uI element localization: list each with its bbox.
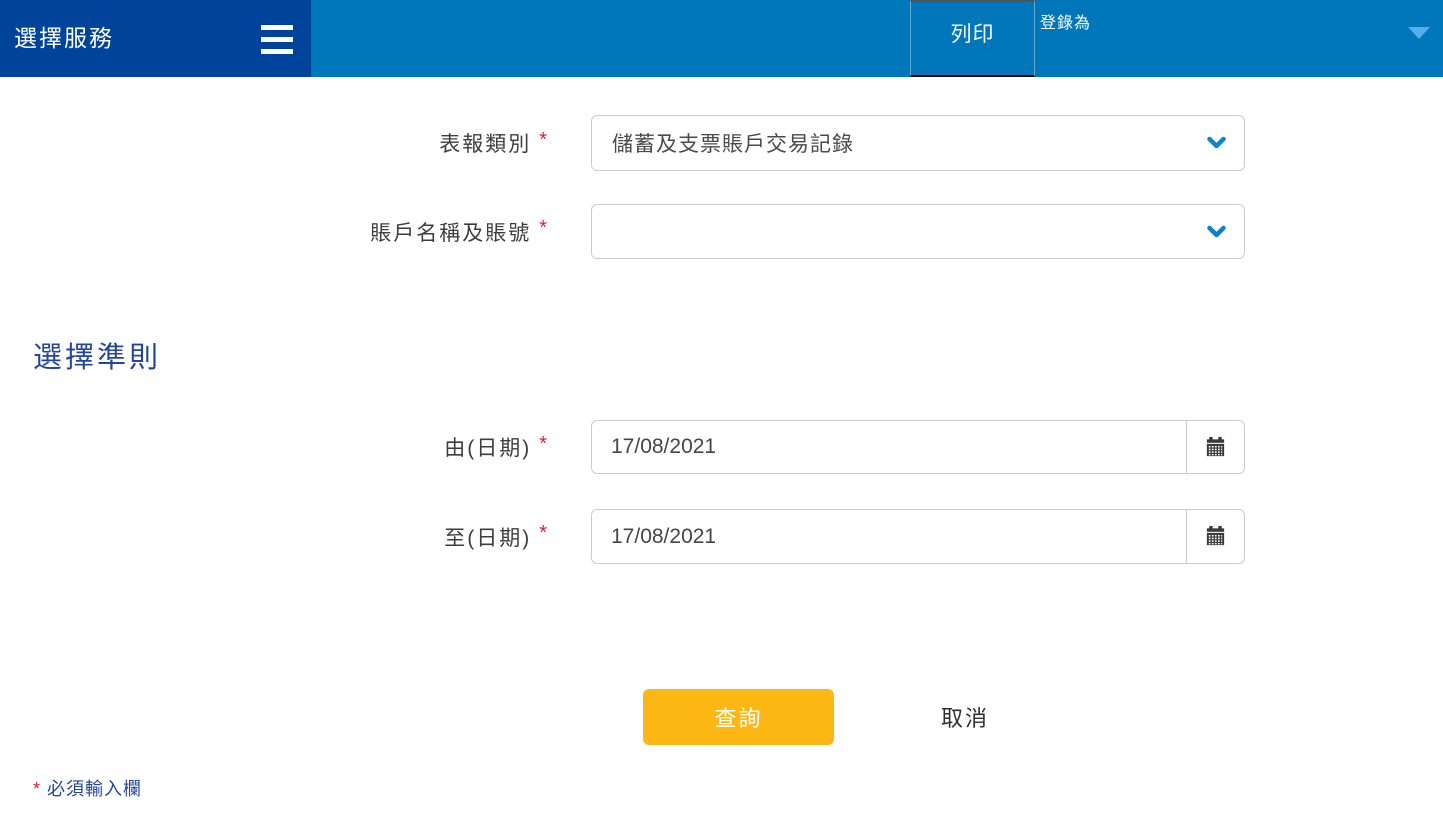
required-field-note: * 必須輸入欄 xyxy=(33,775,142,801)
report-type-label: 表報類別* xyxy=(0,115,547,171)
required-field-note-text: 必須輸入欄 xyxy=(47,779,142,799)
login-as-label: 登錄為 xyxy=(1040,9,1091,33)
hamburger-menu-icon[interactable] xyxy=(261,25,293,54)
chevron-down-icon xyxy=(1207,225,1226,238)
app-screen: 選擇服務 列印 登錄為 表報類別* 儲蓄及支票賬戶交易記錄 賬戶名稱及賬號* 選… xyxy=(0,0,1443,813)
to-date-field xyxy=(591,509,1245,564)
required-asterisk: * xyxy=(539,522,547,545)
required-asterisk: * xyxy=(539,433,547,456)
report-type-value: 儲蓄及支票賬戶交易記錄 xyxy=(612,128,854,158)
service-menu-bar: 選擇服務 xyxy=(0,0,311,77)
top-header-bar xyxy=(311,0,1443,77)
required-asterisk: * xyxy=(539,217,547,240)
to-date-input[interactable] xyxy=(592,510,1186,563)
from-date-input[interactable] xyxy=(592,421,1186,473)
user-menu-caret-down-icon[interactable] xyxy=(1408,27,1430,39)
calendar-icon xyxy=(1204,525,1227,548)
from-date-label: 由(日期)* xyxy=(0,420,547,474)
print-button[interactable]: 列印 xyxy=(910,0,1035,77)
required-asterisk: * xyxy=(539,129,547,152)
to-date-label: 至(日期)* xyxy=(0,509,547,564)
required-asterisk: * xyxy=(33,779,40,799)
account-select[interactable] xyxy=(591,204,1245,259)
selection-criteria-heading: 選擇準則 xyxy=(33,334,161,376)
to-date-calendar-button[interactable] xyxy=(1186,510,1244,563)
service-menu-label: 選擇服務 xyxy=(14,19,114,53)
search-button[interactable]: 查詢 xyxy=(643,689,834,745)
account-label: 賬戶名稱及賬號* xyxy=(0,204,547,259)
chevron-down-icon xyxy=(1207,137,1226,150)
cancel-button[interactable]: 取消 xyxy=(900,689,1030,745)
from-date-field xyxy=(591,420,1245,474)
report-type-select[interactable]: 儲蓄及支票賬戶交易記錄 xyxy=(591,115,1245,171)
calendar-icon xyxy=(1204,436,1227,459)
from-date-calendar-button[interactable] xyxy=(1186,421,1244,473)
